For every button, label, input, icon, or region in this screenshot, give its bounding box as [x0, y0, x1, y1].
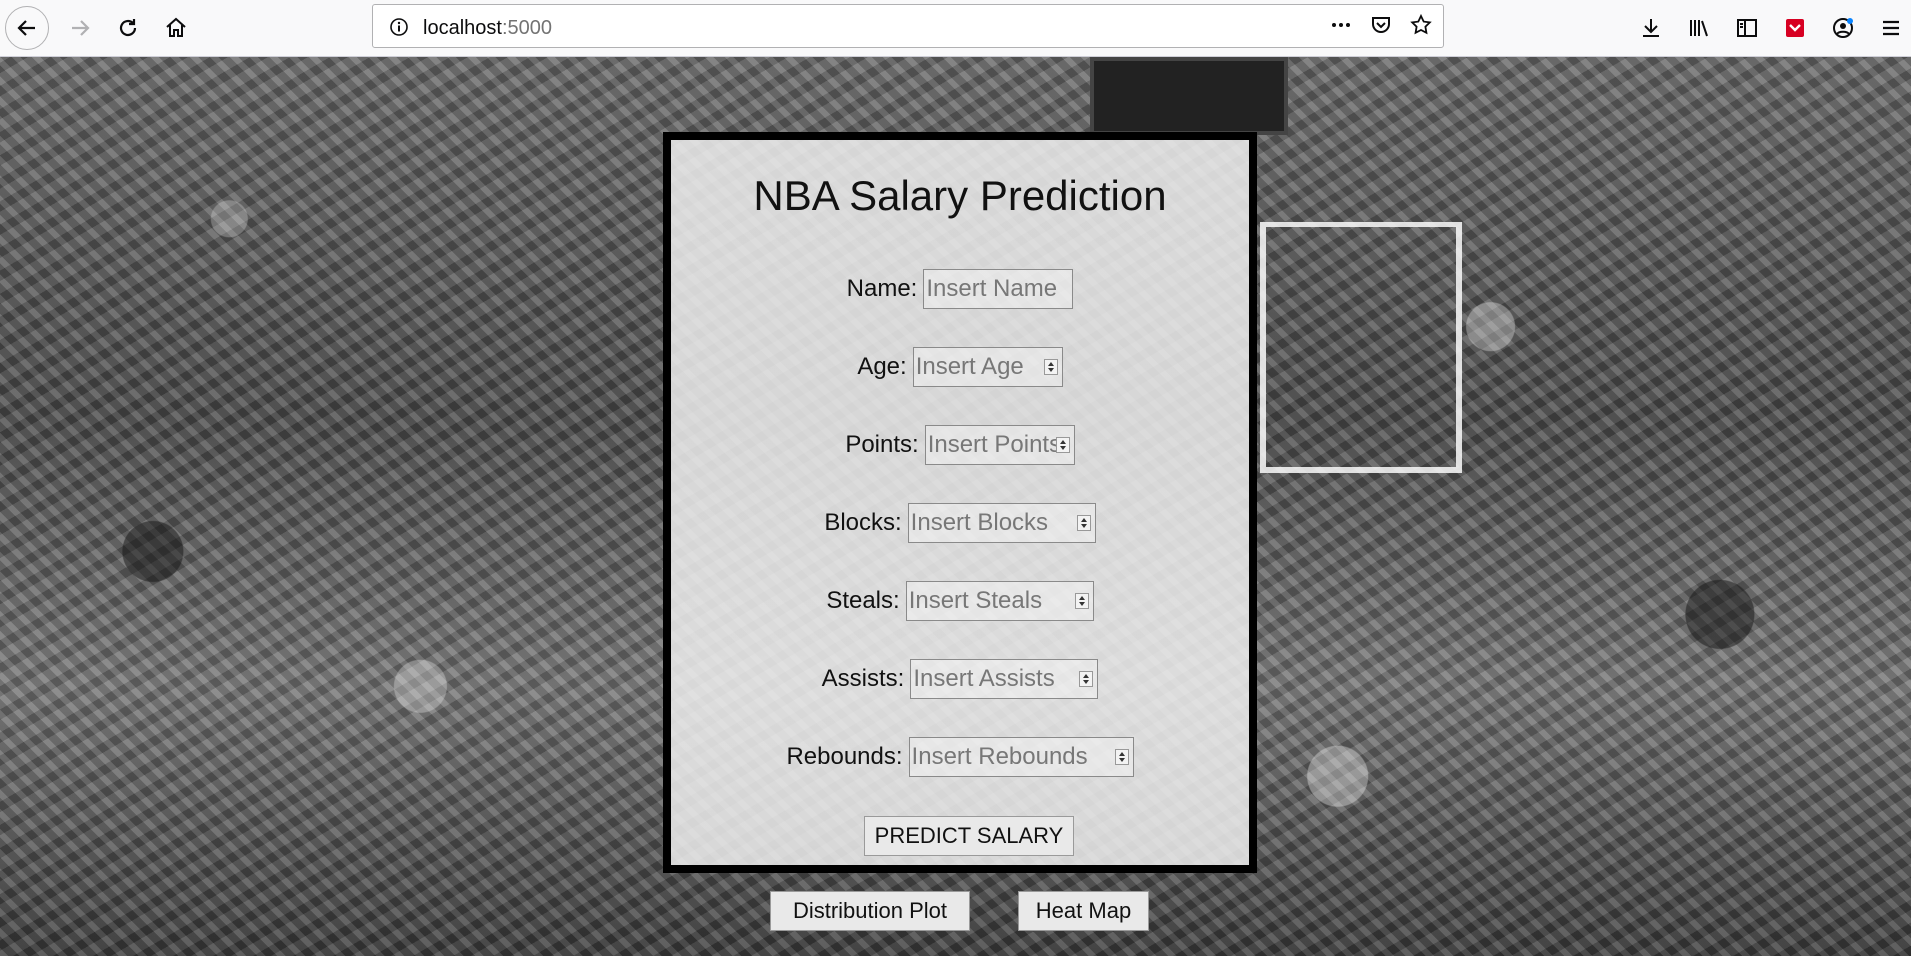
home-icon	[166, 17, 186, 37]
name-row: Name: Insert Name	[671, 269, 1249, 309]
url-bar[interactable]: localhost:5000	[372, 4, 1444, 48]
age-input[interactable]: Insert Age	[912, 347, 1063, 387]
steals-row: Steals: Insert Steals	[671, 581, 1249, 621]
rebounds-spinner-icon[interactable]	[1114, 749, 1129, 765]
back-button[interactable]	[5, 6, 49, 50]
name-label: Name:	[846, 275, 918, 302]
points-label: Points:	[845, 431, 919, 458]
blocks-input[interactable]: Insert Blocks	[907, 503, 1096, 543]
pocket-icon[interactable]	[1369, 13, 1393, 42]
points-row: Points: Insert Points	[671, 425, 1249, 465]
assists-label: Assists:	[821, 665, 905, 692]
bookmark-star-icon[interactable]	[1409, 13, 1433, 42]
background-backboard	[1260, 222, 1462, 473]
heat-map-button[interactable]: Heat Map	[1018, 891, 1149, 931]
rebounds-input[interactable]: Insert Rebounds	[908, 737, 1134, 777]
age-spinner-icon[interactable]	[1043, 359, 1058, 375]
age-label: Age:	[857, 353, 907, 380]
forward-button[interactable]	[58, 6, 102, 50]
forward-arrow-icon	[72, 20, 90, 36]
assists-placeholder: Insert Assists	[913, 665, 1055, 692]
back-arrow-icon	[17, 20, 35, 36]
library-icon[interactable]	[1679, 8, 1719, 48]
age-row: Age: Insert Age	[671, 347, 1249, 387]
blocks-spinner-icon[interactable]	[1076, 515, 1091, 531]
sidebar-icon[interactable]	[1727, 8, 1767, 48]
background-scoreboard	[1090, 57, 1288, 135]
predict-salary-button[interactable]: PREDICT SALARY	[864, 816, 1074, 856]
name-placeholder: Insert Name	[926, 275, 1058, 302]
blocks-label: Blocks:	[824, 509, 902, 536]
reload-button[interactable]	[106, 6, 150, 50]
rebounds-row: Rebounds: Insert Rebounds	[671, 737, 1249, 777]
blocks-placeholder: Insert Blocks	[910, 509, 1049, 536]
pocket-list-icon[interactable]	[1775, 8, 1815, 48]
steals-input[interactable]: Insert Steals	[905, 581, 1094, 621]
home-button[interactable]	[154, 6, 198, 50]
browser-toolbar: localhost:5000	[0, 0, 1911, 57]
url-text[interactable]: localhost:5000	[423, 17, 552, 40]
page-actions-icon[interactable]	[1329, 13, 1353, 42]
reload-icon	[119, 19, 137, 37]
site-info-icon[interactable]	[389, 17, 409, 42]
points-placeholder: Insert Points	[927, 431, 1062, 458]
account-icon[interactable]	[1823, 8, 1863, 48]
distribution-plot-button[interactable]: Distribution Plot	[770, 891, 970, 931]
age-placeholder: Insert Age	[915, 353, 1024, 380]
url-host: localhost	[423, 17, 502, 39]
points-spinner-icon[interactable]	[1055, 437, 1070, 453]
page-title: NBA Salary Prediction	[753, 172, 1167, 219]
blocks-row: Blocks: Insert Blocks	[671, 503, 1249, 543]
downloads-icon[interactable]	[1631, 8, 1671, 48]
url-port: :5000	[501, 17, 552, 39]
steals-spinner-icon[interactable]	[1074, 593, 1089, 609]
steals-placeholder: Insert Steals	[908, 587, 1043, 614]
assists-spinner-icon[interactable]	[1079, 671, 1094, 687]
steals-label: Steals:	[826, 587, 900, 614]
rebounds-label: Rebounds:	[786, 743, 903, 770]
assists-row: Assists: Insert Assists	[671, 659, 1249, 699]
menu-icon[interactable]	[1871, 8, 1911, 48]
prediction-form: NBA Salary Prediction Name: Insert Name …	[663, 132, 1257, 873]
page-background: NBA Salary Prediction Name: Insert Name …	[0, 57, 1911, 956]
assists-input[interactable]: Insert Assists	[910, 659, 1099, 699]
rebounds-placeholder: Insert Rebounds	[911, 743, 1088, 770]
points-input[interactable]: Insert Points	[924, 425, 1075, 465]
name-input[interactable]: Insert Name	[923, 269, 1074, 309]
